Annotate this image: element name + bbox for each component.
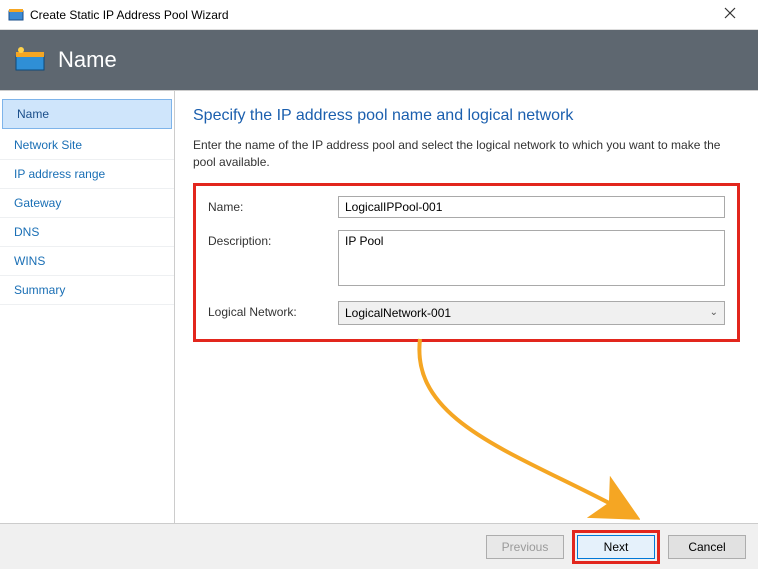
logical-network-value: LogicalNetwork-001 <box>345 306 451 320</box>
wizard-banner: Name <box>0 30 758 90</box>
next-button[interactable]: Next <box>577 535 655 559</box>
close-icon <box>724 7 736 19</box>
window-title: Create Static IP Address Pool Wizard <box>30 8 710 22</box>
description-label: Description: <box>208 230 338 248</box>
next-button-highlight: Next <box>572 530 660 564</box>
wizard-body: Name Network Site IP address range Gatew… <box>0 90 758 523</box>
sidebar-item-summary[interactable]: Summary <box>0 276 174 305</box>
name-input[interactable] <box>338 196 725 218</box>
banner-title: Name <box>58 47 117 73</box>
app-icon <box>8 7 24 23</box>
chevron-down-icon: ⌄ <box>710 307 718 318</box>
wizard-content: Specify the IP address pool name and log… <box>175 91 758 523</box>
sidebar-item-dns[interactable]: DNS <box>0 218 174 247</box>
sidebar-item-ip-range[interactable]: IP address range <box>0 160 174 189</box>
name-label: Name: <box>208 196 338 214</box>
cancel-button[interactable]: Cancel <box>668 535 746 559</box>
sidebar-item-wins[interactable]: WINS <box>0 247 174 276</box>
wizard-footer: Previous Next Cancel <box>0 523 758 569</box>
sidebar-item-network-site[interactable]: Network Site <box>0 131 174 160</box>
titlebar: Create Static IP Address Pool Wizard <box>0 0 758 30</box>
close-button[interactable] <box>710 1 750 29</box>
page-intro: Enter the name of the IP address pool an… <box>193 137 740 171</box>
sidebar-item-name[interactable]: Name <box>2 99 172 129</box>
banner-icon <box>14 44 46 76</box>
description-input[interactable] <box>338 230 725 286</box>
previous-button: Previous <box>486 535 564 559</box>
page-heading: Specify the IP address pool name and log… <box>193 107 740 125</box>
sidebar-item-gateway[interactable]: Gateway <box>0 189 174 218</box>
logical-network-label: Logical Network: <box>208 301 338 319</box>
form-highlight-box: Name: Description: Logical Network: Logi… <box>193 183 740 342</box>
wizard-steps-sidebar: Name Network Site IP address range Gatew… <box>0 91 175 523</box>
logical-network-select[interactable]: LogicalNetwork-001 ⌄ <box>338 301 725 325</box>
